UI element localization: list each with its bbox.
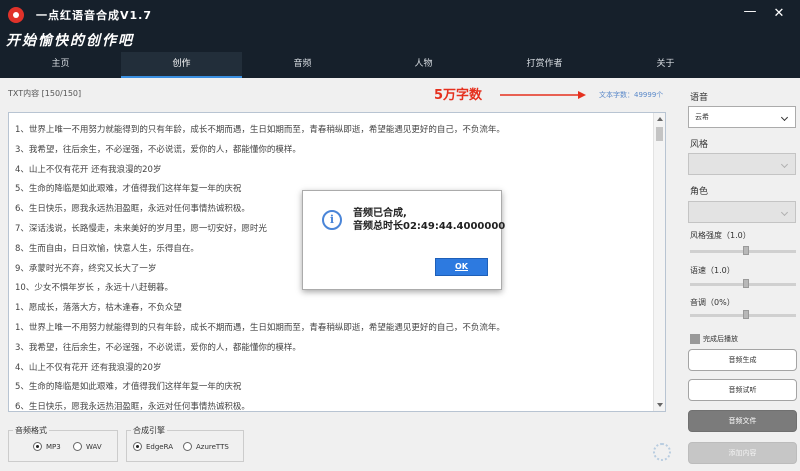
style-strength-label: 风格强度（1.0） [690,231,751,240]
radio-mp3[interactable]: MP3 [33,442,61,451]
generate-audio-button[interactable]: 音频生成 [688,349,797,371]
text-line: 4、山上不仅有花开 还有我浪漫的20岁 [15,164,162,175]
audio-file-button[interactable]: 音频文件 [688,410,797,432]
tab-audio[interactable]: 音频 [242,52,363,78]
role-select[interactable] [688,201,796,223]
audio-format-group: 音频格式 MP3 WAV [8,425,118,462]
style-label: 风格 [690,140,709,150]
role-label: 角色 [690,187,709,197]
dialog-line-1: 音频已合成, [353,208,407,219]
tab-characters[interactable]: 人物 [363,52,484,78]
style-strength-thumb[interactable] [743,246,749,255]
audio-format-title: 音频格式 [13,425,49,436]
text-line: 3、我希望，往后余生，不必逞强，不必说谎，爱你的人，都能懂你的模样。 [15,342,301,353]
app-title: 一点红语音合成V1.7 [36,9,152,22]
red-arrow-icon [500,91,586,99]
editor-scrollbar[interactable] [653,113,665,411]
text-line: 6、生日快乐，愿我永远热泪盈眶，永远对任何事情热诚积极。 [15,402,250,412]
preview-audio-button[interactable]: 音频试听 [688,379,797,401]
autoplay-option[interactable]: 完成后播放 [690,334,738,344]
ok-button[interactable]: OK [435,258,488,276]
radio-mp3-label: MP3 [46,442,61,451]
app-logo-icon [8,7,24,23]
radio-azure-circle[interactable] [183,442,192,451]
engine-group: 合成引擎 EdgeRA AzureTTS [126,425,244,462]
info-icon: i [322,210,342,230]
speed-slider[interactable] [690,279,796,288]
text-line: 1、世界上唯一不用努力就能得到的只有年龄，成长不期而遇，生日如期而至，青春稍纵即… [15,125,505,135]
word-count-label: 文本字数：49999个 [599,91,664,99]
dialog-message: 音频已合成, 音频总时长02:49:44.4000000 [353,207,505,233]
radio-azure-label: AzureTTS [196,442,229,451]
scroll-down-icon[interactable] [657,403,663,407]
engine-title: 合成引擎 [131,425,167,436]
text-line: 3、我希望，往后余生，不必逞强，不必说谎，爱你的人，都能懂你的模样。 [15,144,301,155]
pitch-thumb[interactable] [743,310,749,319]
scroll-thumb[interactable] [656,127,663,141]
speed-thumb[interactable] [743,279,749,288]
radio-wav[interactable]: WAV [73,442,102,451]
style-select[interactable] [688,153,796,175]
radio-azure[interactable]: AzureTTS [183,442,229,451]
txt-content-header: TXT内容 [150/150] [8,89,82,98]
chevron-down-icon [780,208,789,217]
minimize-button[interactable]: — [741,4,759,19]
voice-select-value: 云希 [695,113,709,121]
chevron-down-icon [780,160,789,169]
completion-dialog: i 音频已合成, 音频总时长02:49:44.4000000 OK [302,190,505,290]
main-tabs: 主页 创作 音频 人物 打赏作者 关于 [0,52,800,78]
add-content-button[interactable]: 添加内容 [688,442,797,464]
loading-spinner-icon [653,443,671,461]
text-line: 5、生命的降临是如此艰难，才值得我们这样年复一年的庆祝 [15,382,242,393]
title-bar: 一点红语音合成V1.7 — ✕ [0,0,800,30]
voice-select[interactable]: 云希 [688,106,796,128]
text-line: 4、山上不仅有花开 还有我浪漫的20岁 [15,362,162,373]
radio-mp3-circle[interactable] [33,442,42,451]
speed-label: 语速（1.0） [690,266,735,275]
radio-edge-circle[interactable] [133,442,142,451]
word-count-annotation: 5万字数 [434,88,483,103]
close-button[interactable]: ✕ [770,6,788,21]
tab-about[interactable]: 关于 [605,52,726,78]
radio-wav-circle[interactable] [73,442,82,451]
chevron-down-icon [780,113,789,122]
radio-edge[interactable]: EdgeRA [133,442,173,451]
radio-edge-label: EdgeRA [146,442,173,451]
text-line: 1、世界上唯一不用努力就能得到的只有年龄，成长不期而遇，生日如期而至，青春稍纵即… [15,322,505,333]
voice-label: 语音 [690,93,709,103]
pitch-label: 音调（0%） [690,298,735,307]
scroll-up-icon[interactable] [657,117,663,121]
slogan-banner: 开始愉快的创作吧 [0,30,800,52]
pitch-slider[interactable] [690,310,796,319]
dialog-line-2: 音频总时长02:49:44.4000000 [353,221,506,232]
autoplay-label: 完成后播放 [703,335,738,343]
tab-create[interactable]: 创作 [121,52,242,78]
radio-wav-label: WAV [86,442,102,451]
autoplay-checkbox[interactable] [690,334,700,344]
tab-tip-author[interactable]: 打赏作者 [484,52,605,78]
tab-home[interactable]: 主页 [0,52,121,78]
text-line: 1、愿成长，落落大方，枯木逢春，不负众望 [15,303,182,314]
style-strength-slider[interactable] [690,246,796,255]
